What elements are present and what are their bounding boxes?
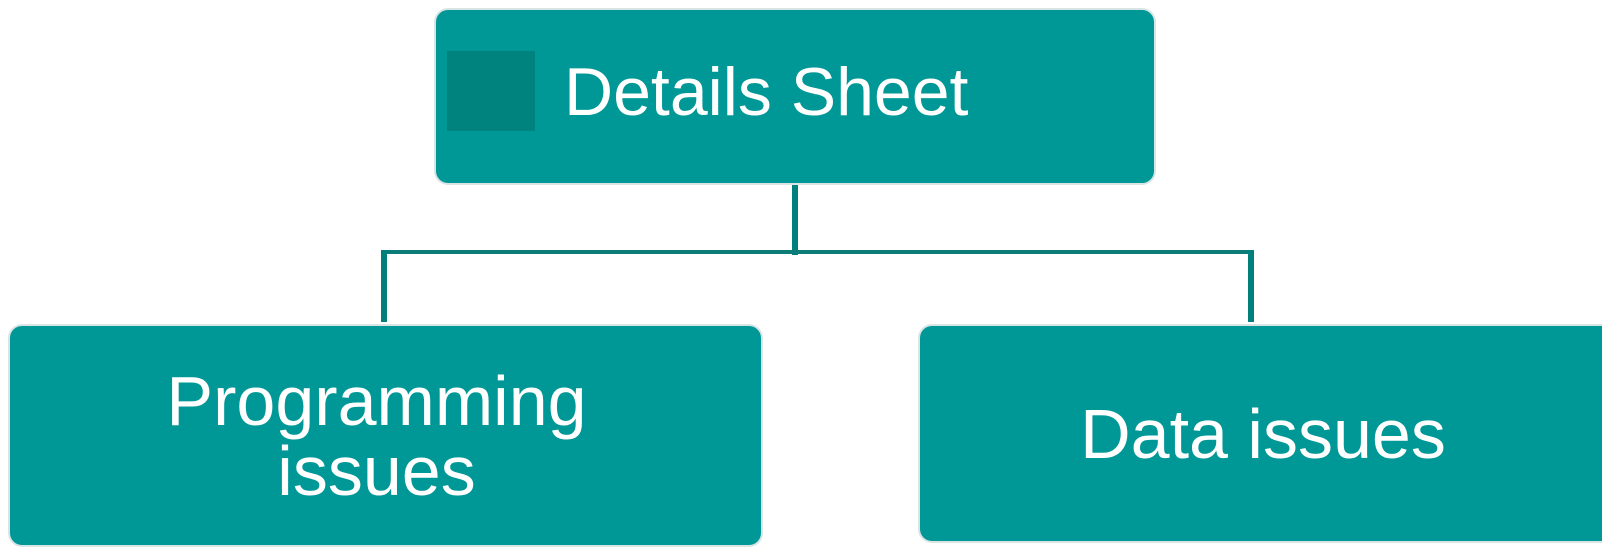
child-node-label: Data issues xyxy=(1080,394,1446,473)
root-marker-square xyxy=(447,51,535,131)
child-node-label: Programming issues xyxy=(166,361,587,510)
horizontal-connector-bar xyxy=(381,250,1254,254)
root-node-label: Details Sheet xyxy=(564,54,969,130)
root-connector-stem xyxy=(792,185,798,255)
child-node-data[interactable]: Data issues xyxy=(920,326,1602,541)
child-node-programming[interactable]: Programming issues xyxy=(10,326,761,545)
right-child-connector xyxy=(1248,250,1254,322)
org-chart-diagram: Details Sheet Programming issues Data is… xyxy=(0,0,1602,555)
left-child-connector xyxy=(381,250,387,322)
